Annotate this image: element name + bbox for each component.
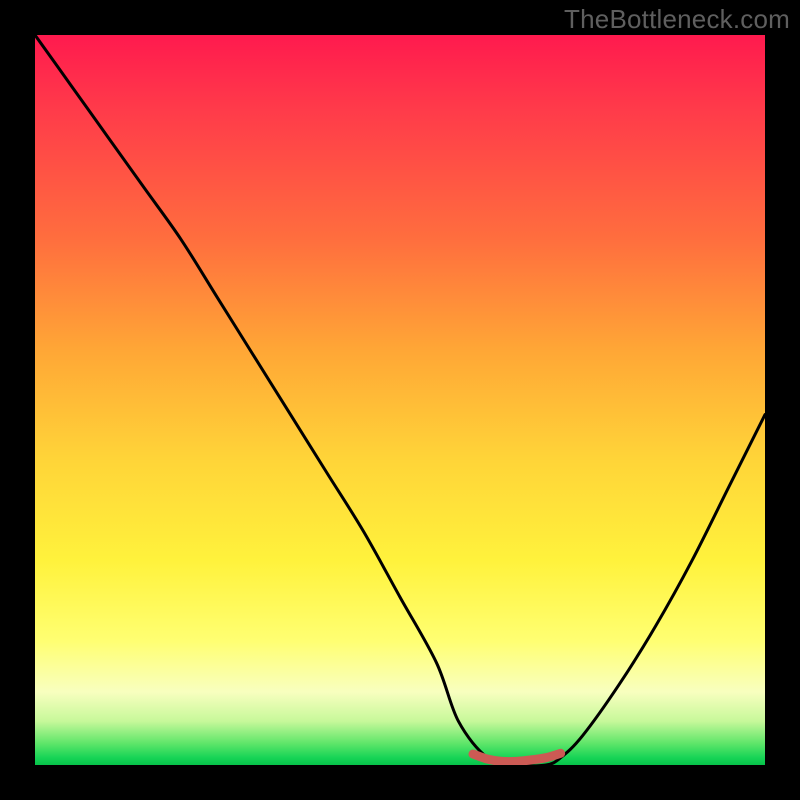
watermark-text: TheBottleneck.com	[564, 4, 790, 35]
chart-frame: TheBottleneck.com	[0, 0, 800, 800]
curve-layer	[35, 35, 765, 765]
bottleneck-curve	[35, 35, 765, 765]
plot-area	[35, 35, 765, 765]
valley-highlight	[473, 753, 561, 761]
